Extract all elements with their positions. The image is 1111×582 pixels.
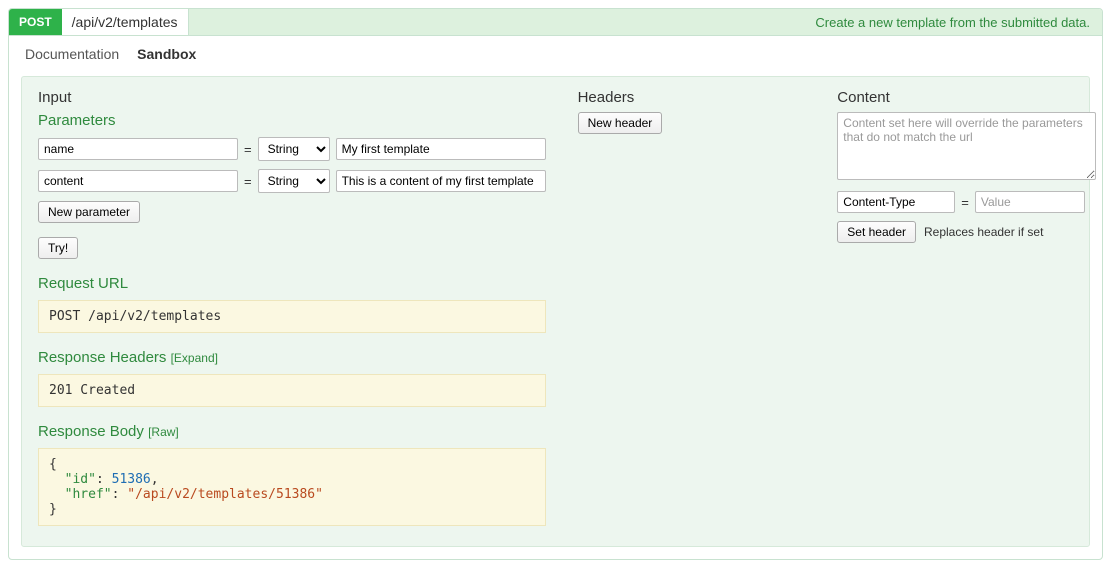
panel-header: POST /api/v2/templates Create a new temp…: [9, 9, 1102, 36]
try-button[interactable]: Try!: [38, 237, 78, 259]
param-type-select[interactable]: String: [258, 169, 330, 193]
response-headers-block: 201 Created: [38, 374, 546, 407]
response-body-block: { "id": 51386, "href": "/api/v2/template…: [38, 448, 546, 526]
parameters-title: Parameters: [38, 112, 546, 129]
set-header-hint: Replaces header if set: [924, 225, 1043, 239]
content-type-name-input[interactable]: [837, 191, 955, 213]
sandbox-content: Input Parameters = String = String: [21, 76, 1090, 547]
equals-sign: =: [244, 174, 252, 189]
param-name-input[interactable]: [38, 138, 238, 160]
endpoint-description: Create a new template from the submitted…: [803, 10, 1102, 35]
raw-link[interactable]: [Raw]: [148, 425, 179, 439]
api-sandbox-panel: POST /api/v2/templates Create a new temp…: [8, 8, 1103, 560]
headers-title: Headers: [578, 89, 806, 106]
content-textarea[interactable]: [837, 112, 1096, 180]
http-method-badge: POST: [9, 9, 62, 35]
response-headers-label: Response Headers: [38, 349, 166, 366]
content-column: Content = Set header Replaces header if …: [837, 89, 1096, 526]
tabs: Documentation Sandbox: [9, 36, 1102, 68]
response-headers-title: Response Headers [Expand]: [38, 349, 546, 366]
input-title: Input: [38, 89, 546, 106]
new-parameter-button[interactable]: New parameter: [38, 201, 140, 223]
content-title: Content: [837, 89, 1096, 106]
request-url-block: POST /api/v2/templates: [38, 300, 546, 333]
content-type-value-input[interactable]: [975, 191, 1085, 213]
param-type-select[interactable]: String: [258, 137, 330, 161]
parameter-row: = String: [38, 169, 546, 193]
tab-documentation[interactable]: Documentation: [25, 46, 119, 68]
parameter-row: = String: [38, 137, 546, 161]
tab-sandbox[interactable]: Sandbox: [137, 46, 196, 68]
new-header-button[interactable]: New header: [578, 112, 663, 134]
expand-link[interactable]: [Expand]: [171, 351, 218, 365]
equals-sign: =: [961, 195, 969, 210]
response-body-label: Response Body: [38, 423, 144, 440]
endpoint-path: /api/v2/templates: [62, 9, 189, 35]
response-body-title: Response Body [Raw]: [38, 423, 546, 440]
headers-column: Headers New header: [578, 89, 806, 526]
request-url-title: Request URL: [38, 275, 546, 292]
param-name-input[interactable]: [38, 170, 238, 192]
equals-sign: =: [244, 142, 252, 157]
param-value-input[interactable]: [336, 170, 546, 192]
set-header-button[interactable]: Set header: [837, 221, 916, 243]
param-value-input[interactable]: [336, 138, 546, 160]
input-column: Input Parameters = String = String: [38, 89, 546, 526]
